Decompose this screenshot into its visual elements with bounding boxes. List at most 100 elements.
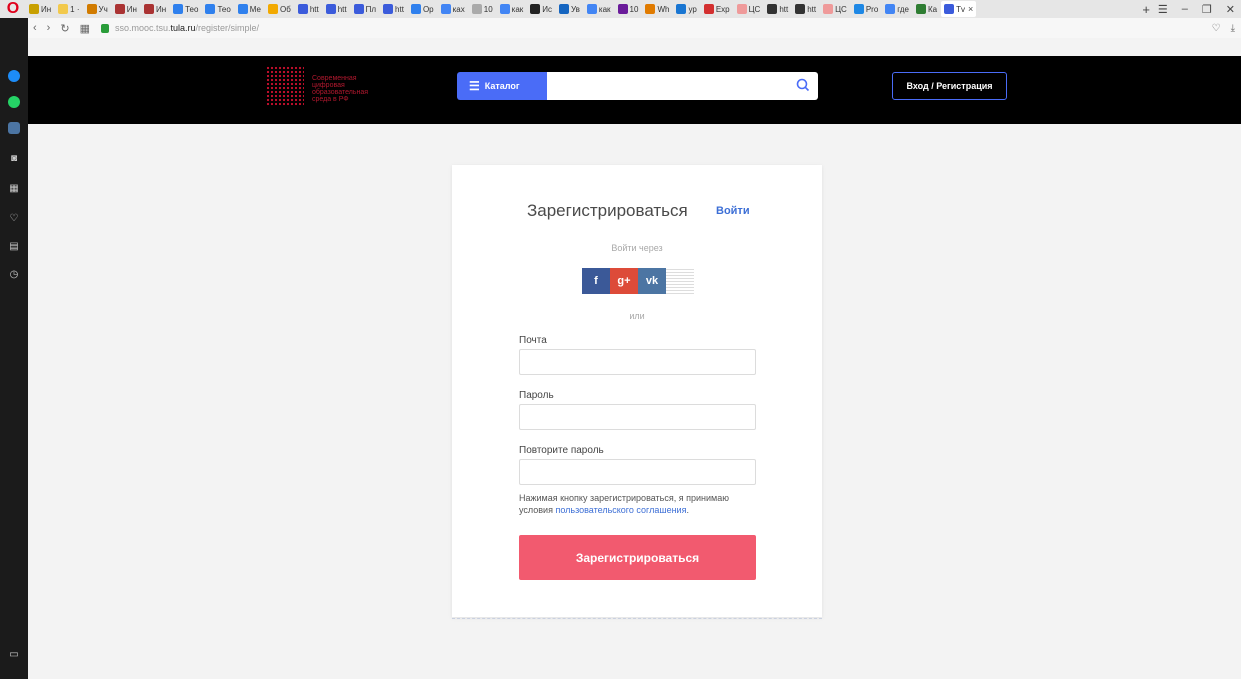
new-tab-button[interactable]: + <box>1142 2 1150 17</box>
download-icon[interactable]: ⤓ <box>1231 23 1235 34</box>
history-icon[interactable]: ◷ <box>7 268 21 282</box>
browser-tab[interactable]: ках <box>438 1 468 17</box>
browser-tab[interactable]: Уч <box>84 1 111 17</box>
tab-favicon-icon <box>29 4 39 14</box>
heart-icon[interactable]: ♡ <box>7 212 21 226</box>
browser-tab[interactable]: как <box>497 1 527 17</box>
minimize-icon[interactable]: – <box>1182 3 1188 16</box>
browser-tab[interactable]: Ме <box>235 1 264 17</box>
login-link[interactable]: Войти <box>716 205 750 217</box>
browser-tab[interactable]: где <box>882 1 912 17</box>
speed-dial-icon[interactable]: ▦ <box>80 22 90 35</box>
browser-tab[interactable]: Ин <box>112 1 140 17</box>
vk-sidebar-icon[interactable] <box>8 122 20 134</box>
browser-tab[interactable]: Ув <box>556 1 583 17</box>
maximize-icon[interactable]: ❐ <box>1202 3 1212 16</box>
tab-favicon-icon <box>237 4 248 14</box>
catalog-button[interactable]: ☰ Каталог <box>457 72 547 100</box>
google-plus-icon: g+ <box>617 275 631 287</box>
camera-icon[interactable]: ◙ <box>7 152 21 166</box>
search-icon[interactable] <box>796 78 810 92</box>
email-field[interactable] <box>519 349 756 375</box>
browser-tab[interactable]: Тео <box>170 1 201 17</box>
tab-label: как <box>598 4 611 14</box>
tab-close-icon[interactable]: × <box>968 4 973 14</box>
url-host: tula.ru <box>170 23 196 33</box>
password-field[interactable] <box>519 404 756 430</box>
forward-icon[interactable]: › <box>47 22 51 34</box>
browser-tab[interactable]: Ин <box>141 1 169 17</box>
browser-tab[interactable]: htt <box>792 1 819 17</box>
google-plus-button[interactable]: g+ <box>610 268 638 294</box>
opera-logo-icon[interactable]: O <box>0 0 26 18</box>
url-prefix: sso.mooc.tsu. <box>114 23 171 33</box>
search-input[interactable] <box>547 72 818 100</box>
whatsapp-icon[interactable] <box>8 96 20 108</box>
site-logo-text[interactable]: Современная цифровая образовательная сре… <box>312 75 392 103</box>
browser-tab[interactable]: Op <box>408 1 437 17</box>
terms-link[interactable]: пользовательского соглашения <box>555 505 686 515</box>
browser-tab[interactable]: Pro <box>851 1 881 17</box>
logo-line: среда в РФ <box>312 96 349 103</box>
facebook-button[interactable]: f <box>582 268 610 294</box>
logo-line: цифровая <box>312 82 345 89</box>
browser-tab[interactable]: htt <box>323 1 350 17</box>
browser-tab[interactable]: ур <box>673 1 699 17</box>
browser-tab[interactable]: Тео <box>202 1 233 17</box>
tab-favicon-icon <box>471 4 482 14</box>
logo-line: Современная <box>312 75 357 82</box>
messenger-icon[interactable] <box>8 70 20 82</box>
browser-tab[interactable]: Wh <box>642 1 672 17</box>
browser-tab[interactable]: 1 · <box>55 1 82 17</box>
tab-favicon-icon <box>795 4 806 14</box>
site-header: Современная цифровая образовательная сре… <box>28 56 1241 124</box>
url-field[interactable]: sso.mooc.tsu.tula.ru/register/simple/ <box>115 23 259 33</box>
repeat-password-label: Повторите пароль <box>519 445 604 456</box>
browser-tab[interactable]: Tv × <box>941 1 977 17</box>
tab-favicon-icon <box>114 4 125 14</box>
browser-tab[interactable]: как <box>584 1 614 17</box>
tab-favicon-icon <box>645 4 656 14</box>
browser-tab[interactable]: Пл <box>351 1 379 17</box>
browser-tab[interactable]: htt <box>295 1 322 17</box>
qr-code-icon[interactable] <box>666 268 694 294</box>
reload-icon[interactable]: ↻ <box>60 22 69 35</box>
browser-tab[interactable]: Об <box>265 1 294 17</box>
address-actions: ♡ ⤓ <box>1212 23 1241 34</box>
browser-tab[interactable]: Ис <box>527 1 555 17</box>
news-icon[interactable]: ▤ <box>7 240 21 254</box>
tab-label: ках <box>452 4 465 14</box>
speed-dial-sidebar-icon[interactable]: ▦ <box>7 182 21 196</box>
login-register-button[interactable]: Вход / Регистрация <box>892 72 1007 100</box>
register-submit-button[interactable]: Зарегистрироваться <box>519 535 756 580</box>
tab-label: Ме <box>249 4 261 14</box>
close-window-icon[interactable]: ✕ <box>1226 3 1235 16</box>
tab-label: Тео <box>217 4 231 14</box>
browser-sidebar: ◙ ▦ ♡ ▤ ◷ ▭ <box>0 18 28 679</box>
login-via-label: Войти через <box>611 243 663 253</box>
logo-dots-icon[interactable] <box>266 66 304 106</box>
back-icon[interactable]: ‹ <box>33 22 37 34</box>
tab-label: где <box>897 4 909 14</box>
tab-favicon-icon <box>143 4 154 14</box>
tab-menu-icon[interactable]: ☰ <box>1158 3 1168 16</box>
tab-label: 10 <box>483 4 493 14</box>
browser-tab[interactable]: 10 <box>615 1 642 17</box>
sidebar-toggle-icon[interactable]: ▭ <box>7 648 21 662</box>
tab-label: Tv <box>956 4 965 14</box>
browser-tab[interactable]: Ин <box>26 1 54 17</box>
browser-tab[interactable]: htt <box>764 1 791 17</box>
tab-favicon-icon <box>617 4 628 14</box>
browser-tab[interactable]: ЦС <box>734 1 764 17</box>
tab-label: htt <box>337 4 347 14</box>
repeat-password-field[interactable] <box>519 459 756 485</box>
browser-tab[interactable]: Ка <box>913 1 940 17</box>
browser-tab[interactable]: htt <box>380 1 407 17</box>
bookmark-heart-icon[interactable]: ♡ <box>1212 23 1221 34</box>
tab-label: ЦС <box>748 4 761 14</box>
vk-button[interactable]: vk <box>638 268 666 294</box>
browser-tab[interactable]: ЦС <box>820 1 850 17</box>
tab-label: htt <box>309 4 319 14</box>
browser-tab[interactable]: 10 <box>469 1 496 17</box>
browser-tab[interactable]: Exp <box>701 1 733 17</box>
